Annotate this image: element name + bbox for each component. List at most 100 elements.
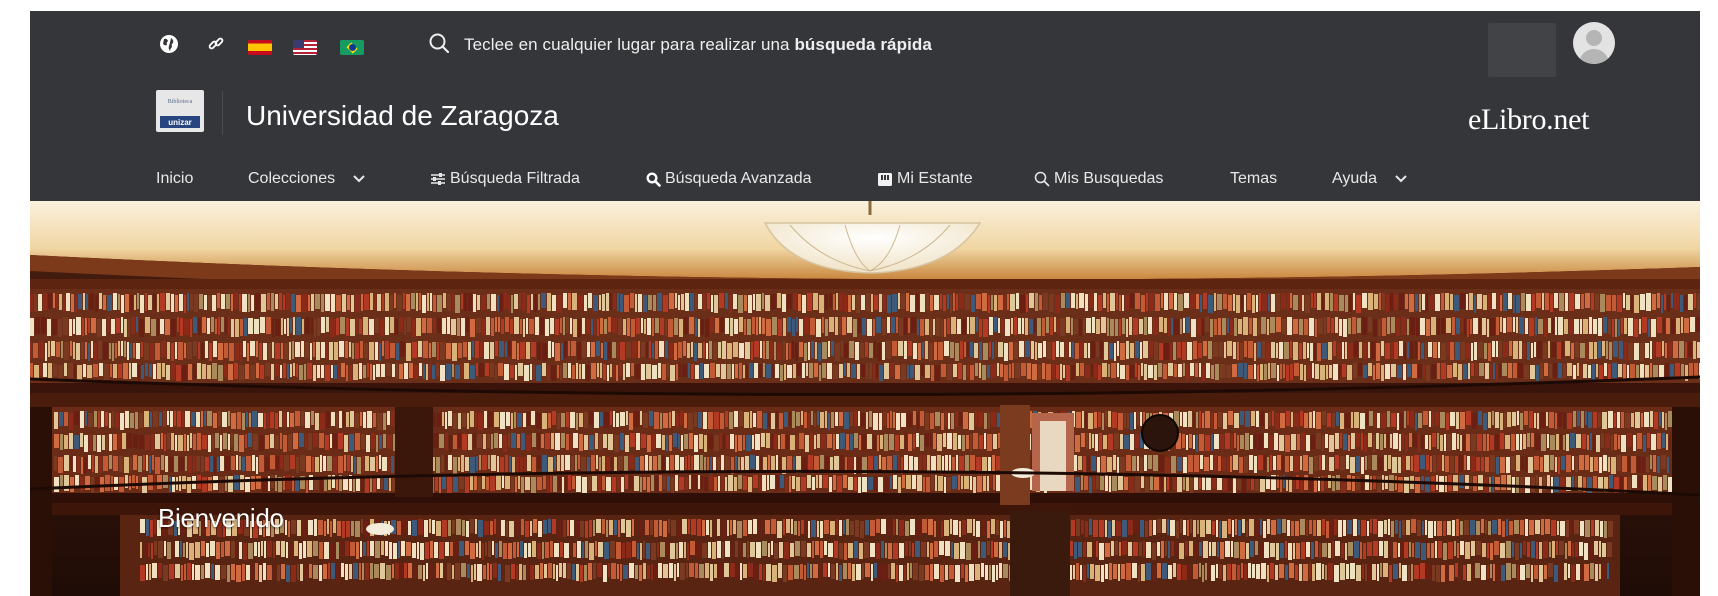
book-spine [60, 434, 63, 450]
nav-colecciones[interactable]: Colecciones [248, 159, 365, 199]
book-spine [1588, 412, 1592, 428]
book-spine [599, 295, 601, 310]
quick-search-hint[interactable]: Teclee en cualquier lugar para realizar … [428, 32, 932, 58]
nav-temas[interactable]: Temas [1230, 159, 1277, 199]
book-spine [385, 293, 389, 311]
book-spine [744, 412, 749, 428]
book-spine [258, 413, 263, 427]
book-spine [1035, 342, 1037, 360]
book-spine [756, 542, 761, 558]
nav-busqueda-filtrada[interactable]: Búsqueda Filtrada [430, 159, 580, 199]
book-spine [617, 476, 620, 490]
book-spine [453, 477, 458, 492]
book-spine [1274, 433, 1278, 450]
book-spine [1141, 295, 1145, 312]
book-spine [732, 364, 734, 379]
book-spine [1140, 342, 1142, 359]
book-spine [1084, 476, 1088, 490]
book-spine [481, 295, 486, 310]
book-spine [964, 476, 969, 489]
nav-inicio[interactable]: Inicio [156, 159, 193, 199]
book-spine [1188, 565, 1192, 579]
book-spine [979, 363, 981, 378]
nav-mis-busquedas[interactable]: Mis Busquedas [1034, 159, 1163, 199]
book-spine [972, 543, 977, 559]
book-spine [689, 317, 694, 334]
book-spine [1507, 317, 1512, 332]
book-spine [166, 293, 170, 310]
book-spine [1153, 455, 1158, 471]
book-spine [140, 542, 142, 558]
book-spine [259, 565, 262, 582]
book-spine [1180, 412, 1182, 426]
book-spine [1128, 520, 1133, 535]
book-spine [1520, 434, 1522, 450]
book-spine [370, 457, 375, 471]
nav-mi-estante[interactable]: Mi Estante [877, 159, 973, 199]
book-spine [1508, 293, 1512, 309]
book-spine [1466, 294, 1468, 310]
book-spine [1102, 413, 1104, 430]
book-spine [1231, 541, 1233, 557]
book-spine [1223, 413, 1227, 429]
book-spine [313, 365, 316, 381]
book-spine [1001, 319, 1004, 334]
book-spine [592, 476, 597, 491]
spain-flag-icon[interactable] [248, 40, 272, 55]
book-spine [1415, 294, 1418, 311]
nav-ayuda[interactable]: Ayuda [1332, 159, 1407, 199]
book-spine [505, 342, 507, 357]
book-spine [1261, 317, 1266, 334]
book-spine [1613, 341, 1618, 357]
globe-icon[interactable] [158, 34, 180, 54]
book-spine [1495, 434, 1499, 451]
book-spine [547, 365, 550, 380]
book-spine [326, 341, 328, 359]
book-spine [1019, 341, 1024, 357]
nav-busqueda-avanzada[interactable]: Búsqueda Avanzada [646, 159, 812, 199]
link-icon[interactable] [205, 34, 227, 54]
book-spine [1351, 433, 1355, 449]
book-spine [1575, 456, 1578, 472]
book-spine [1521, 456, 1524, 470]
book-spine [874, 341, 876, 358]
book-spine [1317, 520, 1321, 536]
book-spine [1100, 341, 1103, 359]
book-spine [1115, 541, 1118, 555]
book-spine [321, 365, 324, 378]
book-spine [1317, 343, 1321, 361]
book-spine [608, 434, 613, 450]
book-spine [1495, 477, 1500, 490]
book-spine [1614, 434, 1617, 450]
book-spine [464, 293, 467, 311]
book-spine [1575, 476, 1577, 489]
book-spine [589, 543, 594, 560]
book-spine [1179, 543, 1184, 559]
book-spine [647, 435, 651, 452]
book-spine [520, 541, 523, 557]
book-spine [390, 295, 393, 310]
book-spine [534, 294, 537, 312]
nav-temas-label: Temas [1230, 170, 1278, 187]
book-spine [338, 456, 343, 473]
book-spine [330, 543, 335, 560]
book-spine [283, 412, 286, 427]
us-flag-icon[interactable] [293, 40, 317, 55]
institution-name[interactable]: Universidad de Zaragoza [246, 100, 559, 132]
welcome-heading: Bienvenido [158, 503, 284, 533]
book-spine [730, 520, 732, 535]
book-spine [459, 476, 464, 489]
user-avatar-icon[interactable] [1573, 22, 1615, 64]
brazil-flag-icon[interactable] [340, 40, 364, 55]
book-spine [1055, 295, 1060, 313]
book-spine [606, 477, 611, 491]
header-widget-placeholder[interactable] [1488, 23, 1556, 77]
book-spine [1056, 341, 1059, 357]
book-spine [766, 564, 771, 581]
biblioteca-unizar-logo[interactable]: Biblioteca unizar [156, 90, 204, 132]
book-spine [829, 477, 832, 492]
book-spine [1260, 477, 1265, 492]
elibro-logo[interactable]: eLibro.net [1468, 103, 1589, 137]
book-spine [820, 455, 824, 469]
book-spine [1199, 434, 1204, 451]
